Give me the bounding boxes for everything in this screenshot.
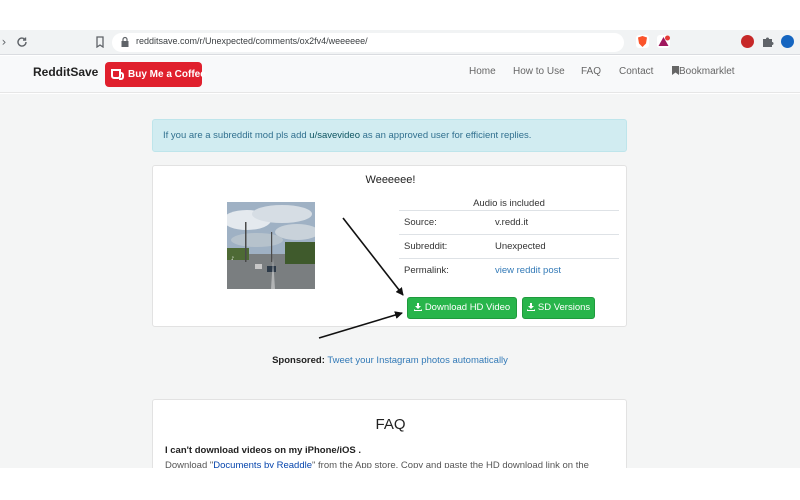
puzzle-icon[interactable] [761, 35, 774, 48]
download-hd-label: Download HD Video [424, 302, 511, 313]
video-thumbnail[interactable]: ♪ [227, 202, 315, 289]
alert-text: If you are a subreddit mod pls add [163, 130, 310, 141]
address-bar[interactable]: redditsave.com/r/Unexpected/comments/ox2… [112, 33, 624, 52]
sd-versions-label: SD Versions [537, 302, 591, 313]
info-row-permalink: Permalink: view reddit post [399, 259, 619, 283]
permalink-link[interactable]: view reddit post [495, 265, 561, 276]
extension-red-icon[interactable] [741, 35, 754, 48]
sponsored-link[interactable]: Tweet your Instagram photos automaticall… [327, 355, 508, 366]
permalink-label: Permalink: [404, 265, 449, 276]
svg-text:♪: ♪ [231, 256, 234, 262]
profile-avatar[interactable] [781, 35, 794, 48]
source-value: v.redd.it [495, 217, 529, 228]
post-title: Weeeeee! [365, 174, 416, 186]
url-text: redditsave.com/r/Unexpected/comments/ox2… [136, 36, 368, 46]
download-icon [526, 303, 535, 311]
faq-question: I can't download videos on my iPhone/iOS… [165, 445, 361, 456]
sd-versions-button[interactable]: SD Versions [522, 297, 595, 319]
lock-icon [121, 36, 129, 47]
subreddit-value: Unexpected [495, 241, 546, 252]
audio-note: Audio is included [399, 196, 619, 211]
download-hd-button[interactable]: Download HD Video [407, 297, 517, 319]
main-content: If you are a subreddit mod pls add u/sav… [0, 94, 800, 468]
bookmark-icon [672, 66, 679, 75]
buy-me-a-coffee-button[interactable]: Buy Me a Coffee [105, 62, 206, 87]
alert-text-end: as an approved user for efficient replie… [359, 130, 532, 141]
nav-contact[interactable]: Contact [619, 66, 653, 77]
post-card: Weeeeee! ♪ Audio is included Source: v.r… [152, 165, 627, 327]
subreddit-label: Subreddit: [404, 241, 448, 252]
brave-rewards-icon[interactable] [657, 35, 670, 48]
sponsored-label: Sponsored: [272, 355, 325, 366]
info-row-subreddit: Subreddit: Unexpected [399, 235, 619, 259]
bookmark-icon[interactable] [92, 34, 108, 50]
alert-link[interactable]: u/savevideo [309, 130, 360, 141]
nav-bookmarklet[interactable]: Bookmarklet [672, 66, 735, 77]
reload-icon[interactable] [14, 34, 30, 50]
faq-answer-end: " from the App store. Copy and paste the… [312, 460, 589, 468]
faq-answer: Download "Documents by Readdle" from the… [165, 460, 589, 468]
nav-faq[interactable]: FAQ [581, 66, 601, 77]
sponsored-line: Sponsored: Tweet your Instagram photos a… [0, 355, 780, 366]
faq-answer-start: Download " [165, 460, 214, 468]
post-info-table: Audio is included Source: v.redd.it Subr… [399, 196, 619, 283]
site-logo[interactable]: RedditSave [33, 65, 98, 79]
source-label: Source: [404, 217, 437, 228]
chevron-left-icon[interactable]: › [0, 34, 12, 50]
download-icon [413, 303, 422, 311]
faq-answer-link[interactable]: Documents by Readdle [213, 460, 312, 468]
browser-top-band [0, 0, 800, 30]
faq-title: FAQ [375, 416, 406, 433]
browser-toolbar: › redditsave.com/r/Unexpected/comments/o… [0, 30, 800, 55]
coffee-cup-icon [111, 69, 124, 80]
faq-card: FAQ I can't download videos on my iPhone… [152, 399, 627, 468]
info-row-source: Source: v.redd.it [399, 211, 619, 235]
nav-how-to-use[interactable]: How to Use [513, 66, 565, 77]
brave-shield-icon[interactable] [636, 35, 649, 48]
nav-bookmarklet-label: Bookmarklet [679, 66, 735, 77]
info-alert: If you are a subreddit mod pls add u/sav… [152, 119, 627, 152]
coffee-button-label: Buy Me a Coffee [128, 69, 206, 80]
site-header: RedditSave Buy Me a Coffee Home How to U… [0, 56, 800, 93]
nav-home[interactable]: Home [469, 66, 496, 77]
